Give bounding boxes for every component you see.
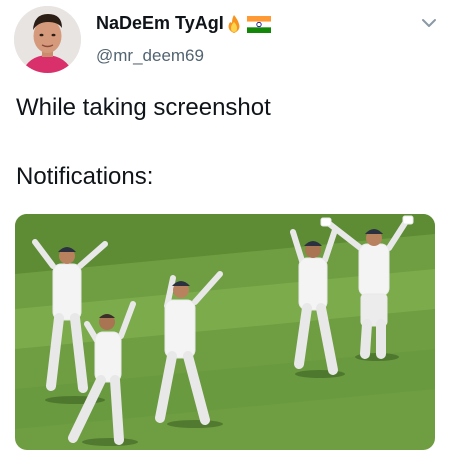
chevron-down-icon[interactable] bbox=[420, 16, 438, 30]
tweet-media-image[interactable] bbox=[15, 214, 435, 450]
india-flag-icon bbox=[247, 15, 271, 33]
author-handle[interactable]: @mr_deem69 bbox=[96, 46, 204, 66]
tweet-card: NaDeEm TyAgI @mr_deem69 While taking scr… bbox=[0, 0, 450, 456]
author-display-name[interactable]: NaDeEm TyAgI bbox=[96, 13, 224, 34]
tweet-text-line: While taking screenshot bbox=[16, 94, 271, 121]
fire-emoji-icon bbox=[228, 15, 240, 33]
name-emojis bbox=[226, 14, 271, 34]
avatar[interactable] bbox=[14, 6, 81, 73]
tweet-text-line: Notifications: bbox=[16, 163, 154, 190]
